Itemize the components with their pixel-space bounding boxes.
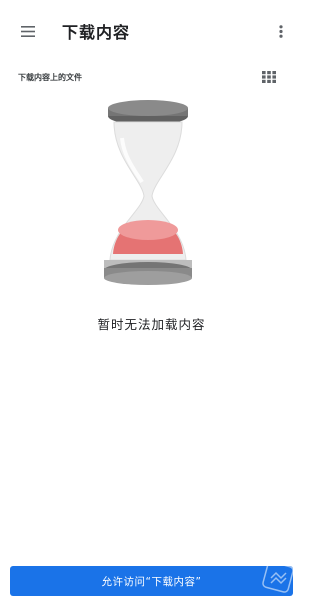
hourglass-illustration [98,98,198,292]
hamburger-menu-icon [21,25,35,37]
watermark-logo [262,561,294,593]
section-header: 下载内容上的文件 [18,73,82,82]
more-options-button[interactable] [275,19,287,43]
more-vert-icon [279,24,283,38]
page-title: 下载内容 [62,23,131,42]
menu-button[interactable] [14,19,42,43]
grid-view-button[interactable] [261,70,277,84]
allow-access-button[interactable]: 允许访问“下载内容” [10,566,293,596]
app-bar: 下载内容 [0,0,303,62]
hourglass-icon [104,100,192,285]
grid-view-icon [262,71,276,83]
empty-state-message: 暂时无法加载内容 [97,317,206,332]
